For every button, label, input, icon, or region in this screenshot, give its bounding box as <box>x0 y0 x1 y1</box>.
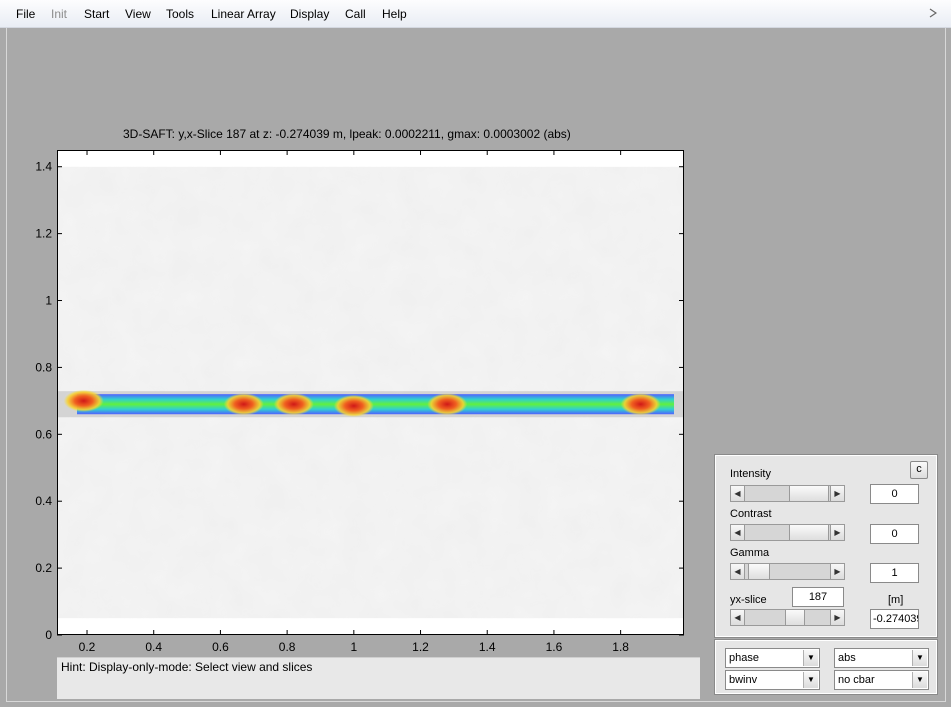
slider-thumb[interactable] <box>789 486 829 501</box>
chevron-down-icon[interactable]: ▼ <box>803 650 818 666</box>
colormap-select-value: bwinv <box>729 674 758 686</box>
x-tick-label: 1.4 <box>479 640 496 654</box>
x-tick-label: 1.6 <box>546 640 563 654</box>
y-tick-label: 0.4 <box>35 494 52 508</box>
slider-left-arrow-icon[interactable]: ◀ <box>731 525 745 540</box>
y-tick-label: 0.2 <box>35 561 52 575</box>
value-type-select-value: abs <box>838 652 856 664</box>
slider-left-arrow-icon[interactable]: ◀ <box>731 486 745 501</box>
slider-right-arrow-icon[interactable]: ▶ <box>830 486 844 501</box>
y-tick-label: 1 <box>45 294 52 308</box>
yx-slice-slider[interactable]: ◀ ▶ <box>730 609 845 626</box>
contrast-label: Contrast <box>730 508 772 520</box>
slider-left-arrow-icon[interactable]: ◀ <box>731 610 745 625</box>
slider-right-arrow-icon[interactable]: ▶ <box>830 564 844 579</box>
contrast-slider[interactable]: ◀ ▶ <box>730 524 845 541</box>
value-type-select[interactable]: abs ▼ <box>834 648 929 668</box>
display-control-panel: c Intensity ◀ ▶ 0 Contrast ◀ ▶ 0 Gamma ◀… <box>714 454 938 638</box>
yx-slice-input[interactable]: 187 <box>792 587 844 607</box>
slider-left-arrow-icon[interactable]: ◀ <box>731 564 745 579</box>
y-tick-label: 0 <box>45 628 52 642</box>
intensity-label: Intensity <box>730 468 771 480</box>
slider-thumb[interactable] <box>748 564 770 579</box>
slider-right-arrow-icon[interactable]: ▶ <box>830 525 844 540</box>
slider-thumb[interactable] <box>789 525 829 540</box>
mode-select-value: phase <box>729 652 759 664</box>
hotspot-3 <box>333 394 374 417</box>
display-options-panel: phase ▼ abs ▼ bwinv ▼ no cbar ▼ <box>714 639 938 695</box>
chevron-down-icon[interactable]: ▼ <box>803 672 818 688</box>
intensity-input[interactable]: 0 <box>870 484 919 504</box>
y-tick-label: 0.8 <box>35 360 52 374</box>
z-position-input[interactable]: -0.274039 <box>870 609 919 629</box>
yx-slice-label: yx-slice <box>730 594 767 606</box>
hotspot-1 <box>223 393 264 416</box>
hint-bar: Hint: Display-only-mode: Select view and… <box>57 657 700 699</box>
gamma-input[interactable]: 1 <box>870 563 919 583</box>
mode-select[interactable]: phase ▼ <box>725 648 820 668</box>
hotspot-4 <box>427 393 468 416</box>
x-tick-label: 0.6 <box>212 640 229 654</box>
y-tick-label: 0.6 <box>35 427 52 441</box>
unit-label: [m] <box>888 594 904 606</box>
hotspot-5 <box>620 393 661 416</box>
gamma-label: Gamma <box>730 547 770 559</box>
c-button[interactable]: c <box>910 461 928 479</box>
hotspot-2 <box>273 393 314 416</box>
x-tick-label: 1.8 <box>612 640 629 654</box>
x-tick-label: 1.2 <box>412 640 429 654</box>
chevron-down-icon[interactable]: ▼ <box>912 650 927 666</box>
intensity-slider[interactable]: ◀ ▶ <box>730 485 845 502</box>
colormap-select[interactable]: bwinv ▼ <box>725 670 820 690</box>
x-tick-label: 0.4 <box>145 640 162 654</box>
x-tick-label: 1 <box>350 640 357 654</box>
x-tick-label: 0.8 <box>279 640 296 654</box>
y-tick-label: 1.2 <box>35 227 52 241</box>
y-tick-label: 1.4 <box>35 160 52 174</box>
slider-right-arrow-icon[interactable]: ▶ <box>830 610 844 625</box>
chevron-down-icon[interactable]: ▼ <box>912 672 927 688</box>
slider-thumb[interactable] <box>785 610 805 625</box>
contrast-input[interactable]: 0 <box>870 524 919 544</box>
x-tick-label: 0.2 <box>79 640 96 654</box>
hint-text: Hint: Display-only-mode: Select view and… <box>61 660 313 674</box>
gamma-slider[interactable]: ◀ ▶ <box>730 563 845 580</box>
hotspot-0 <box>63 389 104 412</box>
colorbar-select-value: no cbar <box>838 674 875 686</box>
reflector-band <box>77 394 674 415</box>
colorbar-select[interactable]: no cbar ▼ <box>834 670 929 690</box>
